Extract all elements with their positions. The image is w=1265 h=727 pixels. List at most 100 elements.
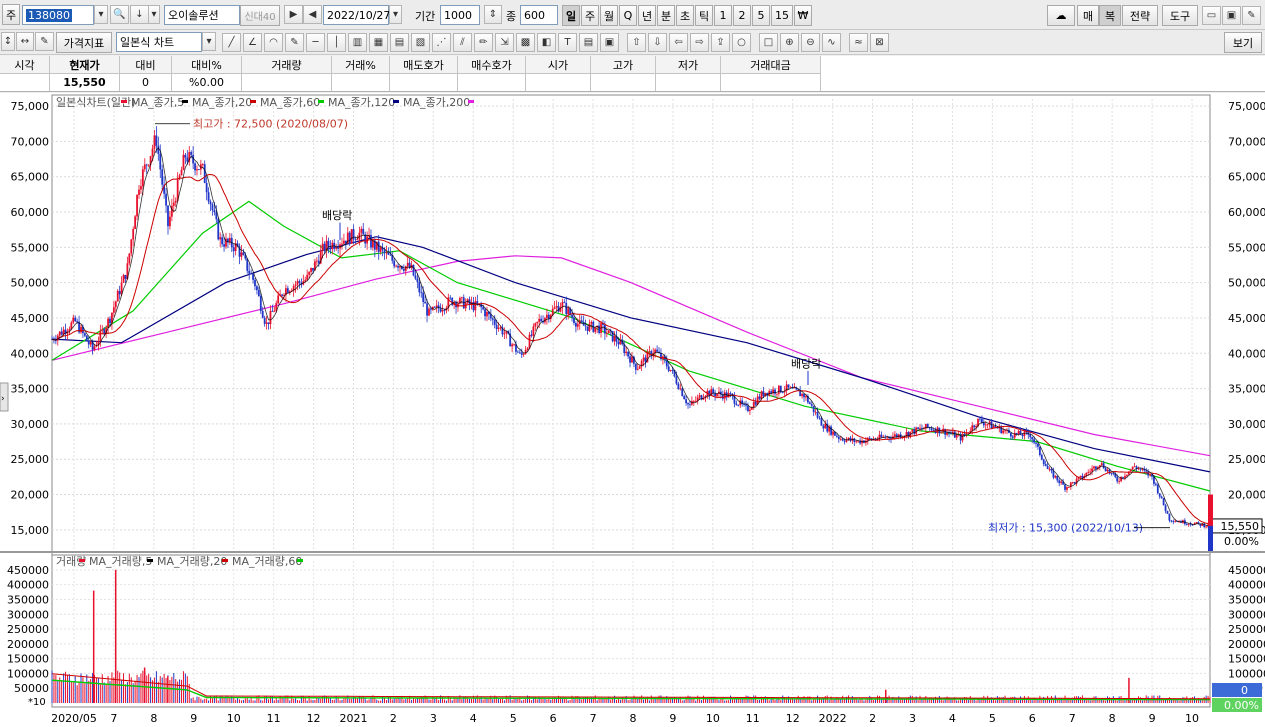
wrench-icon[interactable]: ✎ [1242, 6, 1261, 25]
delete-icon[interactable]: ⊠ [870, 33, 889, 52]
candle-body [835, 435, 838, 437]
vertical-toggle-icon[interactable]: ↕ [1, 32, 15, 51]
rect-icon[interactable]: □ [759, 33, 778, 52]
export-icon[interactable]: ⇪ [711, 33, 730, 52]
text-icon[interactable]: T [558, 33, 577, 52]
code-dropdown-icon[interactable]: ▾ [94, 5, 108, 24]
candle-body [679, 388, 682, 390]
quote-value-1: 15,550 [50, 74, 120, 91]
date-dropdown-icon[interactable]: ▾ [389, 5, 402, 24]
edit-icon[interactable]: ✎ [35, 32, 54, 51]
x-tick-2: 8 [150, 712, 157, 725]
period-input[interactable]: 1000 [440, 5, 480, 25]
timeframe-5[interactable]: 분 [657, 5, 675, 26]
date-input[interactable]: 2022/10/27 [323, 5, 390, 25]
select-icon[interactable]: ⇲ [495, 33, 514, 52]
credit-badge[interactable]: 신대40 [240, 5, 280, 26]
candle-body [186, 157, 189, 162]
note-icon[interactable]: ▤ [579, 33, 598, 52]
fill-icon[interactable]: ◧ [537, 33, 556, 52]
x-tick-19: 2022 [819, 712, 847, 725]
candle-body [323, 243, 326, 251]
timeframe-4[interactable]: 년 [638, 5, 656, 26]
chart-type-dropdown-icon[interactable]: ▾ [202, 32, 216, 51]
channel-icon[interactable]: ⫽ [453, 33, 472, 52]
arrow-right-icon[interactable]: ⇨ [690, 33, 709, 52]
wave2-icon[interactable]: ≈ [849, 33, 868, 52]
vline-icon[interactable]: │ [327, 33, 346, 52]
candle-body [1125, 474, 1128, 477]
timeframe-10[interactable]: 5 [752, 5, 770, 26]
arc-icon[interactable]: ◠ [264, 33, 283, 52]
view-button[interactable]: 보기 [1224, 32, 1262, 53]
folder-icon[interactable]: ▭ [1202, 6, 1221, 25]
line-icon[interactable]: ╱ [222, 33, 241, 52]
candle-body [868, 437, 871, 439]
sort-dropdown-icon[interactable]: ▾ [148, 5, 160, 24]
timeframe-12[interactable]: ₩ [794, 5, 812, 26]
zoom-out-icon[interactable]: ⊖ [801, 33, 820, 52]
x-tick-12: 6 [550, 712, 557, 725]
multi-button[interactable]: 복 [1099, 5, 1121, 26]
timeframe-3[interactable]: Q [619, 5, 637, 26]
grid2-icon[interactable]: ▦ [369, 33, 388, 52]
price-volume-chart[interactable]: 15,00015,00020,00020,00025,00025,00030,0… [0, 93, 1265, 727]
pen-icon[interactable]: ✎ [285, 33, 304, 52]
timeframe-7[interactable]: 틱 [695, 5, 713, 26]
stock-name-field[interactable]: 오이솔루션 [164, 5, 240, 25]
stock-name: 오이솔루션 [168, 9, 219, 22]
color-icon[interactable]: ▩ [516, 33, 535, 52]
tools-button[interactable]: 도구 [1162, 5, 1198, 26]
candle-body [555, 306, 558, 308]
search-icon[interactable]: 🔍 [110, 5, 129, 24]
candle-body [265, 322, 268, 324]
candle-body [1131, 466, 1134, 470]
strategy-button[interactable]: 전략 [1122, 5, 1158, 26]
timeframe-1[interactable]: 주 [581, 5, 599, 26]
chart-type-select[interactable]: 일본식 차트 [116, 32, 202, 52]
candle-body [122, 275, 125, 283]
candle-body [638, 366, 641, 369]
prev-stock-icon[interactable]: ◀ [303, 5, 322, 24]
arrow-up-icon[interactable]: ⇧ [627, 33, 646, 52]
candle-body [781, 392, 784, 394]
wave1-icon[interactable]: ∿ [822, 33, 841, 52]
next-stock-icon[interactable]: ▶ [284, 5, 303, 24]
fan-icon[interactable]: ⋰ [432, 33, 451, 52]
candle-body [383, 249, 386, 254]
indicator-button[interactable]: 가격지표 [56, 32, 112, 53]
timeframe-9[interactable]: 2 [733, 5, 751, 26]
hline-icon[interactable]: ─ [306, 33, 325, 52]
range-bar-down [1208, 525, 1213, 551]
save-icon[interactable]: ▣ [1222, 6, 1241, 25]
candle-body [590, 321, 593, 324]
clear-icon[interactable]: ▣ [600, 33, 619, 52]
pencil-icon[interactable]: ✏ [474, 33, 493, 52]
candle-body [810, 404, 813, 406]
arrow-down-icon[interactable]: ⇩ [648, 33, 667, 52]
period-spin-icon[interactable]: ⇕ [484, 5, 502, 24]
timeframe-11[interactable]: 15 [771, 5, 793, 26]
candle-body [675, 376, 678, 384]
timeframe-6[interactable]: 초 [676, 5, 694, 26]
zoom-in-icon[interactable]: ⊕ [780, 33, 799, 52]
cloud-icon[interactable]: ☁ [1047, 5, 1075, 26]
timeframe-2[interactable]: 월 [600, 5, 618, 26]
sort-icon[interactable]: ↓ [130, 5, 149, 24]
timeframe-0[interactable]: 일 [562, 5, 580, 26]
timeframe-8[interactable]: 1 [714, 5, 732, 26]
market-selector[interactable]: 주 [2, 4, 20, 25]
stock-code-input[interactable]: 138080 [22, 5, 94, 25]
candle-body [298, 281, 301, 283]
grid3-icon[interactable]: ▤ [390, 33, 409, 52]
circle-icon[interactable]: ○ [732, 33, 751, 52]
quote-header-7: 매수호가 [458, 56, 526, 74]
buy-button[interactable]: 매 [1077, 5, 1099, 26]
grid1-icon[interactable]: ▥ [348, 33, 367, 52]
arrow-left-icon[interactable]: ⇦ [669, 33, 688, 52]
angle-icon[interactable]: ∠ [243, 33, 262, 52]
count-input[interactable]: 600 [520, 5, 558, 25]
candle-body [689, 404, 691, 406]
grid4-icon[interactable]: ▧ [411, 33, 430, 52]
horizontal-toggle-icon[interactable]: ↔ [16, 32, 34, 51]
